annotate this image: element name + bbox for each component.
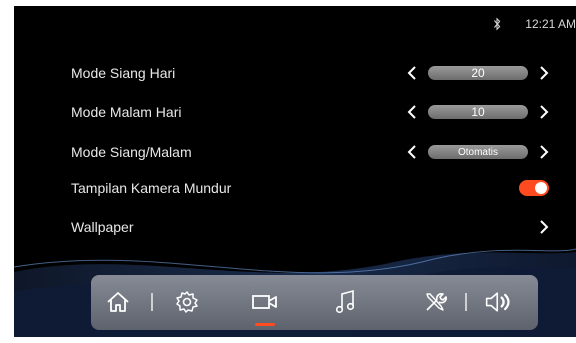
active-indicator: [255, 323, 275, 326]
setting-label: Mode Siang/Malam: [71, 144, 192, 160]
setting-row-day-night-mode: Mode Siang/Malam Otomatis: [71, 138, 551, 166]
setting-row-night-mode: Mode Malam Hari 10: [71, 98, 551, 126]
setting-row-day-mode: Mode Siang Hari 20: [71, 59, 551, 87]
tools-icon[interactable]: [420, 286, 450, 318]
decrease-chevron-left-icon[interactable]: [405, 103, 419, 121]
volume-icon[interactable]: [484, 286, 514, 318]
status-bar: 12:21 AM: [491, 16, 576, 32]
bottom-dock: [91, 275, 538, 330]
rear-camera-toggle[interactable]: [519, 180, 549, 196]
music-icon[interactable]: [331, 286, 361, 318]
setting-label: Mode Siang Hari: [71, 65, 176, 81]
clock: 12:21 AM: [525, 17, 576, 31]
setting-label: Tampilan Kamera Mundur: [71, 180, 232, 196]
camera-icon[interactable]: [250, 286, 280, 318]
decrease-chevron-left-icon[interactable]: [405, 64, 419, 82]
increase-chevron-right-icon[interactable]: [537, 143, 551, 161]
bluetooth-icon: [494, 17, 501, 31]
wallpaper-ctrl: [537, 213, 551, 241]
decrease-chevron-left-icon[interactable]: [405, 143, 419, 161]
screen: 12:21 AM Mode Siang Hari 20 Mode Malam H…: [14, 6, 576, 337]
setting-label: Mode Malam Hari: [71, 104, 182, 120]
open-chevron-right-icon[interactable]: [537, 218, 551, 236]
settings-gear-icon[interactable]: [172, 286, 202, 318]
toggle-knob: [535, 182, 547, 194]
home-icon[interactable]: [103, 286, 133, 318]
stepper-value: 10: [428, 105, 528, 119]
setting-row-wallpaper[interactable]: Wallpaper: [71, 213, 551, 241]
stepper-day-night-mode: Otomatis: [405, 138, 551, 166]
stepper-value: Otomatis: [428, 145, 528, 159]
stepper-night-mode: 10: [405, 98, 551, 126]
rear-camera-toggle-wrap: [519, 174, 551, 202]
dock-separator: [151, 293, 153, 311]
setting-row-rear-camera: Tampilan Kamera Mundur: [71, 174, 551, 202]
stepper-value: 20: [428, 66, 528, 80]
dock-separator: [465, 293, 467, 311]
increase-chevron-right-icon[interactable]: [537, 64, 551, 82]
setting-label: Wallpaper: [71, 219, 134, 235]
stepper-day-mode: 20: [405, 59, 551, 87]
increase-chevron-right-icon[interactable]: [537, 103, 551, 121]
